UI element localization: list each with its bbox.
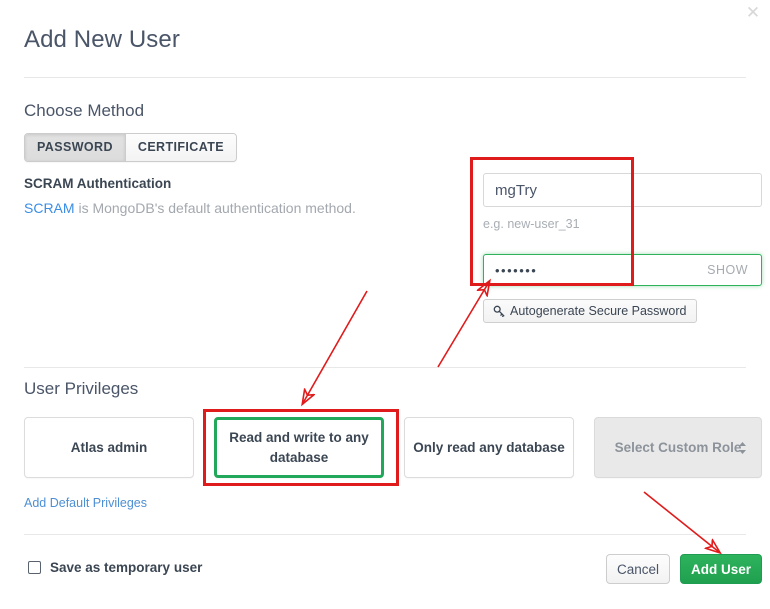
custom-role-select[interactable]: Select Custom Role xyxy=(594,417,762,478)
username-hint: e.g. new-user_31 xyxy=(483,217,580,231)
privilege-option-atlas-admin[interactable]: Atlas admin xyxy=(24,417,194,478)
username-input[interactable] xyxy=(483,173,762,207)
password-field-wrapper: SHOW xyxy=(483,254,762,286)
add-user-button[interactable]: Add User xyxy=(680,554,762,584)
close-icon[interactable]: ✕ xyxy=(742,2,764,24)
chevron-updown-icon xyxy=(739,441,746,454)
scram-link[interactable]: SCRAM xyxy=(24,200,75,216)
checkbox-box[interactable] xyxy=(28,561,41,574)
auth-method-tabs: PASSWORD CERTIFICATE xyxy=(24,133,237,162)
save-as-temporary-user-checkbox[interactable]: Save as temporary user xyxy=(28,560,202,575)
arrow-to-privilege-box xyxy=(303,290,368,403)
cancel-button[interactable]: Cancel xyxy=(606,554,670,584)
arrow-to-password-field xyxy=(437,282,489,368)
divider-middle xyxy=(24,367,746,368)
show-password-button[interactable]: SHOW xyxy=(701,263,761,277)
privilege-option-label: Only read any database xyxy=(413,439,565,455)
add-new-user-modal: ✕ Add New User Choose Method PASSWORD CE… xyxy=(0,0,770,609)
choose-method-heading: Choose Method xyxy=(24,101,145,120)
autogenerate-password-button[interactable]: Autogenerate Secure Password xyxy=(483,299,697,323)
privilege-option-read-only[interactable]: Only read any database xyxy=(404,417,574,478)
user-privileges-heading: User Privileges xyxy=(24,379,139,398)
custom-role-label: Select Custom Role xyxy=(614,439,742,455)
privilege-option-label: Atlas admin xyxy=(70,439,148,455)
privilege-option-read-write[interactable]: Read and write to any database xyxy=(214,417,384,478)
key-icon xyxy=(493,305,505,317)
arrow-to-add-user-button xyxy=(643,491,719,552)
add-default-privileges-link[interactable]: Add Default Privileges xyxy=(24,496,147,510)
divider-top xyxy=(24,77,746,78)
page-title: Add New User xyxy=(24,26,180,53)
scram-auth-description: SCRAM is MongoDB's default authenticatio… xyxy=(24,200,356,216)
tab-certificate[interactable]: CERTIFICATE xyxy=(124,134,236,161)
autogenerate-password-label: Autogenerate Secure Password xyxy=(510,304,687,318)
save-as-temporary-user-label: Save as temporary user xyxy=(50,560,203,575)
password-input[interactable] xyxy=(484,255,702,285)
divider-bottom xyxy=(24,534,746,535)
tab-password[interactable]: PASSWORD xyxy=(25,134,125,161)
privilege-option-label: Read and write to any database xyxy=(229,429,369,465)
scram-auth-title: SCRAM Authentication xyxy=(24,176,172,191)
scram-description-text: is MongoDB's default authentication meth… xyxy=(74,200,356,216)
